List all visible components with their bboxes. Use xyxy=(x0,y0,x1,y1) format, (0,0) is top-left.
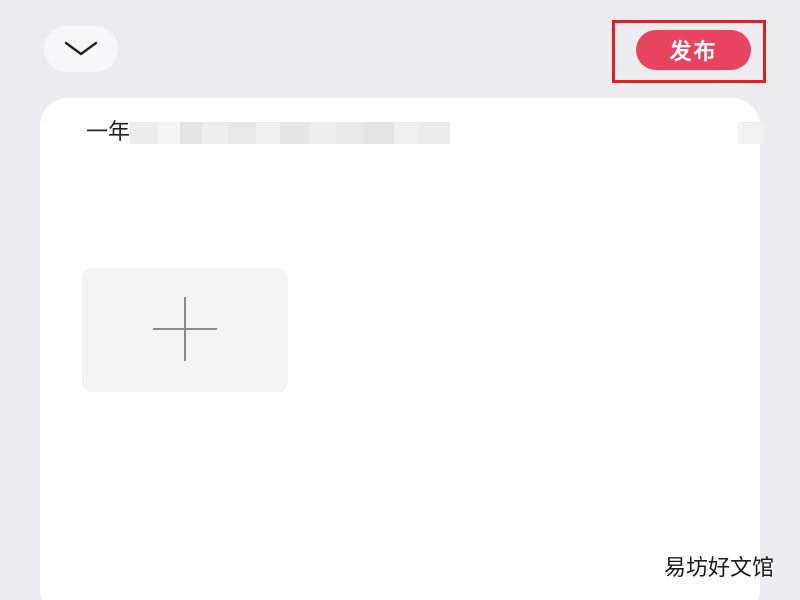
post-text-area[interactable]: 一年 xyxy=(86,118,451,148)
plus-icon xyxy=(153,297,217,361)
collapse-button[interactable] xyxy=(44,26,118,72)
add-image-button[interactable] xyxy=(82,268,288,392)
post-editor-screen: 发布 一年 易坊好文馆 xyxy=(0,0,800,600)
post-text-prefix: 一年 xyxy=(86,120,131,145)
blurred-text-tail xyxy=(738,122,764,144)
blurred-text xyxy=(130,122,451,144)
chevron-down-icon xyxy=(64,41,98,56)
publish-button[interactable]: 发布 xyxy=(636,30,751,70)
editor-card: 一年 xyxy=(40,98,764,600)
